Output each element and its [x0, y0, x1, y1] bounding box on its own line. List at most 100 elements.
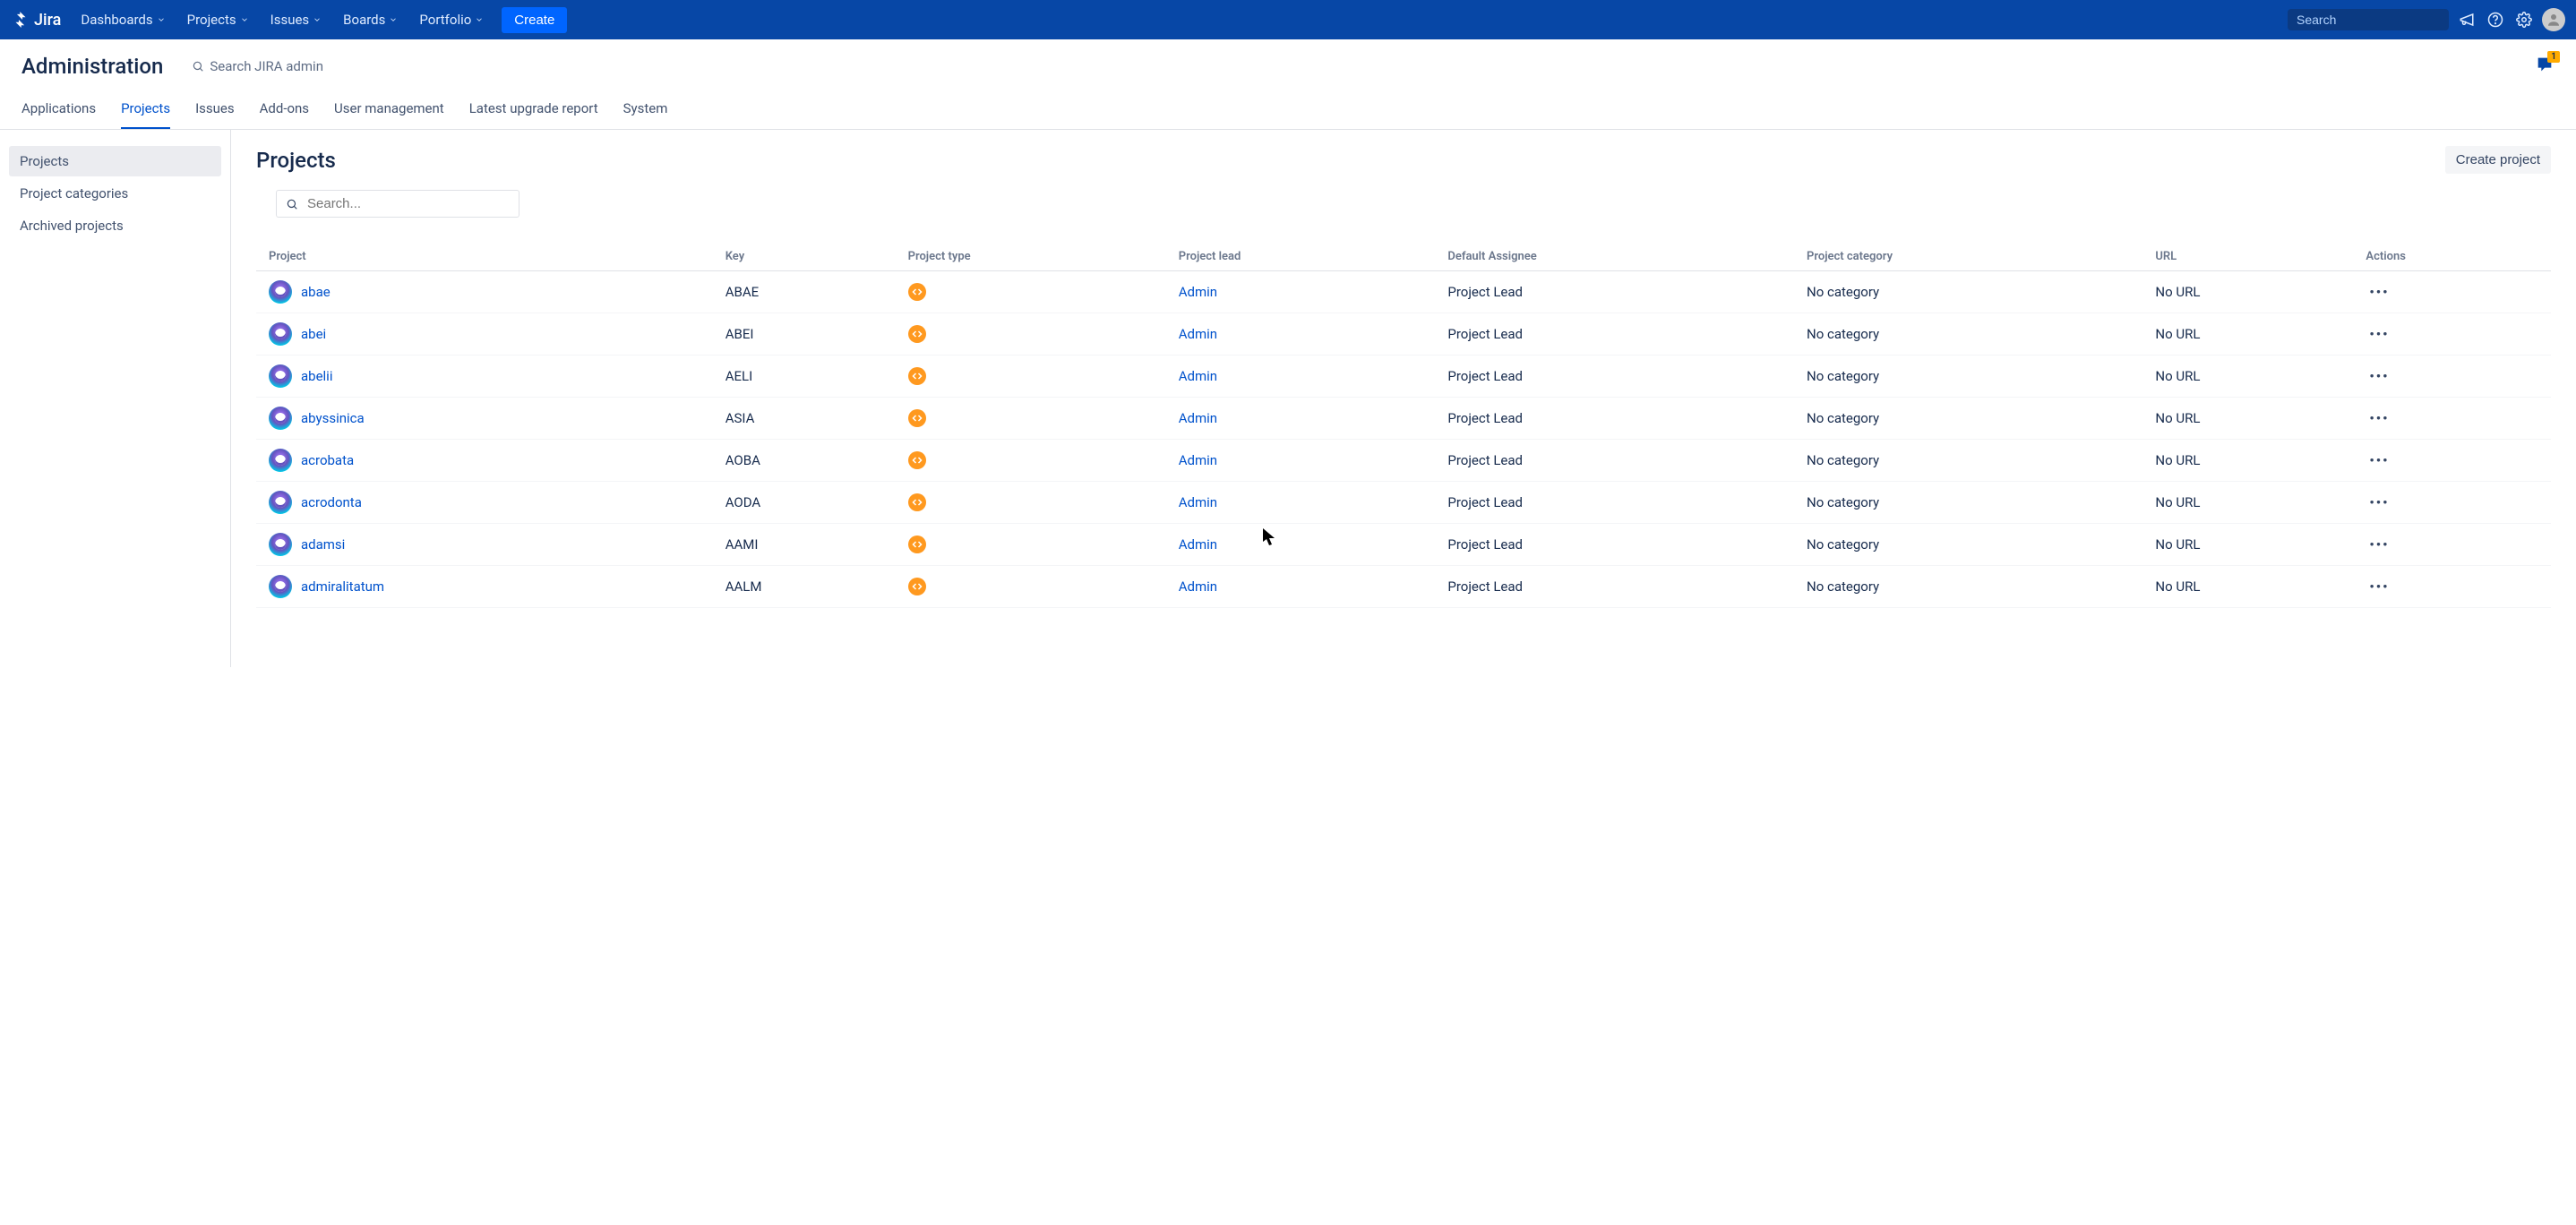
project-type-icon	[908, 451, 926, 469]
nav-items: Dashboards Projects IssuesBoards Portfolio C…	[72, 6, 2288, 33]
column-header: Default Assignee	[1438, 243, 1798, 271]
jira-logo-icon	[11, 10, 30, 30]
project-avatar-icon	[269, 407, 292, 430]
more-actions-icon[interactable]: •••	[2366, 494, 2392, 510]
project-lead-link[interactable]: Admin	[1179, 494, 1217, 510]
table-row: abae ABAE Admin Project Lead No category…	[256, 271, 2551, 313]
sidebar-item-archived-projects[interactable]: Archived projects	[9, 210, 221, 241]
chevron-down-icon	[475, 15, 484, 24]
chevron-down-icon	[389, 15, 398, 24]
project-name-link[interactable]: abelii	[301, 368, 332, 384]
project-lead-link[interactable]: Admin	[1179, 368, 1217, 384]
project-category: No category	[1798, 482, 2146, 524]
tab-applications[interactable]: Applications	[21, 93, 96, 129]
project-key: ASIA	[717, 398, 899, 440]
project-category: No category	[1798, 398, 2146, 440]
admin-tabs: Applications Projects Issues Add-ons User ma…	[0, 93, 2576, 130]
default-assignee: Project Lead	[1438, 482, 1798, 524]
project-type-icon	[908, 578, 926, 595]
feedback-icon[interactable]: 1	[2535, 55, 2555, 78]
help-icon[interactable]	[2485, 9, 2506, 30]
tab-latest-upgrade-report[interactable]: Latest upgrade report	[469, 93, 598, 129]
project-name-link[interactable]: abei	[301, 326, 326, 342]
nav-item-boards[interactable]: Boards	[334, 6, 407, 33]
project-key: AALM	[717, 566, 899, 608]
create-project-button[interactable]: Create project	[2445, 146, 2551, 174]
project-name-link[interactable]: acrobata	[301, 452, 354, 468]
project-type-icon	[908, 409, 926, 427]
nav-item-issues[interactable]: Issues	[262, 6, 331, 33]
project-key: AAMI	[717, 524, 899, 566]
more-actions-icon[interactable]: •••	[2366, 536, 2392, 553]
more-actions-icon[interactable]: •••	[2366, 452, 2392, 468]
project-url: No URL	[2146, 566, 2357, 608]
table-search-box[interactable]	[276, 190, 519, 218]
page-head: Projects Create project	[256, 146, 2551, 174]
tab-user-management[interactable]: User management	[334, 93, 444, 129]
chevron-down-icon	[157, 15, 166, 24]
nav-item-dashboards[interactable]: Dashboards	[72, 6, 174, 33]
nav-right	[2288, 8, 2565, 31]
project-name-link[interactable]: adamsi	[301, 536, 345, 553]
nav-item-label: Projects	[187, 12, 236, 28]
project-avatar-icon	[269, 575, 292, 598]
project-lead-link[interactable]: Admin	[1179, 326, 1217, 342]
default-assignee: Project Lead	[1438, 313, 1798, 356]
admin-title: Administration	[21, 54, 163, 79]
user-avatar[interactable]	[2542, 8, 2565, 31]
chevron-down-icon	[313, 15, 322, 24]
megaphone-icon[interactable]	[2456, 9, 2477, 30]
tab-system[interactable]: System	[623, 93, 668, 129]
project-lead-link[interactable]: Admin	[1179, 452, 1217, 468]
more-actions-icon[interactable]: •••	[2366, 578, 2392, 595]
column-header: Key	[717, 243, 899, 271]
admin-header: Administration Search JIRA admin 1	[0, 39, 2576, 93]
table-search-input[interactable]	[307, 196, 510, 211]
admin-search[interactable]: Search JIRA admin	[192, 58, 323, 74]
project-name-link[interactable]: admiralitatum	[301, 578, 384, 595]
create-button[interactable]: Create	[502, 7, 567, 33]
global-search[interactable]	[2288, 9, 2449, 30]
project-lead-link[interactable]: Admin	[1179, 578, 1217, 595]
project-lead-link[interactable]: Admin	[1179, 410, 1217, 426]
more-actions-icon[interactable]: •••	[2366, 326, 2392, 342]
project-key: ABAE	[717, 271, 899, 313]
nav-item-portfolio[interactable]: Portfolio	[410, 6, 493, 33]
project-name-link[interactable]: abyssinica	[301, 410, 365, 426]
tab-add-ons[interactable]: Add-ons	[260, 93, 309, 129]
project-key: AODA	[717, 482, 899, 524]
tab-projects[interactable]: Projects	[121, 93, 170, 129]
project-key: AELI	[717, 356, 899, 398]
project-avatar-icon	[269, 491, 292, 514]
column-header: URL	[2146, 243, 2357, 271]
more-actions-icon[interactable]: •••	[2366, 368, 2392, 384]
nav-item-projects[interactable]: Projects	[178, 6, 258, 33]
project-name-link[interactable]: acrodonta	[301, 494, 362, 510]
project-name-link[interactable]: abae	[301, 284, 331, 300]
table-row: acrodonta AODA Admin Project Lead No cat…	[256, 482, 2551, 524]
nav-item-label: Portfolio	[419, 12, 471, 28]
column-header: Project type	[899, 243, 1170, 271]
table-row: adamsi AAMI Admin Project Lead No catego…	[256, 524, 2551, 566]
column-header: Project lead	[1170, 243, 1439, 271]
top-nav: Jira Dashboards Projects IssuesBoards Portf…	[0, 0, 2576, 39]
sidebar-item-project-categories[interactable]: Project categories	[9, 178, 221, 209]
jira-logo[interactable]: Jira	[11, 10, 61, 30]
chevron-down-icon	[240, 15, 249, 24]
global-search-input[interactable]	[2297, 13, 2459, 27]
project-lead-link[interactable]: Admin	[1179, 284, 1217, 300]
gear-icon[interactable]	[2513, 9, 2535, 30]
default-assignee: Project Lead	[1438, 566, 1798, 608]
brand-label: Jira	[34, 11, 61, 30]
table-row: admiralitatum AALM Admin Project Lead No…	[256, 566, 2551, 608]
project-type-icon	[908, 367, 926, 385]
admin-search-placeholder: Search JIRA admin	[210, 58, 323, 74]
tab-issues[interactable]: Issues	[195, 93, 235, 129]
project-lead-link[interactable]: Admin	[1179, 536, 1217, 553]
more-actions-icon[interactable]: •••	[2366, 284, 2392, 300]
column-header: Project	[256, 243, 717, 271]
more-actions-icon[interactable]: •••	[2366, 410, 2392, 426]
table-row: abei ABEI Admin Project Lead No category…	[256, 313, 2551, 356]
feedback-badge: 1	[2547, 51, 2560, 63]
sidebar-item-projects[interactable]: Projects	[9, 146, 221, 176]
